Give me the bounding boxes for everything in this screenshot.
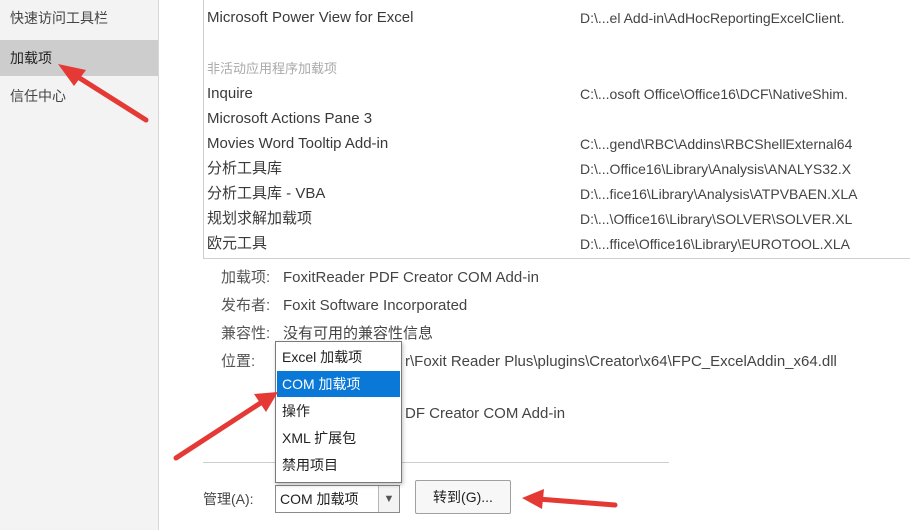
inactive-addins-header: 非活动应用程序加载项	[207, 61, 338, 76]
detail-publisher: 发布者: Foxit Software Incorporated	[221, 294, 467, 318]
addin-path: C:\...osoft Office\Office16\DCF\NativeSh…	[580, 86, 848, 102]
addin-row[interactable]: Movies Word Tooltip Add-in C:\...gend\RB…	[207, 132, 907, 156]
addins-panel: Microsoft Power View for Excel D:\...el …	[159, 0, 910, 530]
dropdown-option-excel-addins[interactable]: Excel 加载项	[277, 344, 400, 370]
detail-addin: 加载项: FoxitReader PDF Creator COM Add-in	[221, 266, 539, 290]
divider	[203, 462, 669, 463]
dropdown-option-disabled-items[interactable]: 禁用项目	[277, 452, 400, 478]
addin-row[interactable]: 欧元工具 D:\...ffice\Office16\Library\EUROTO…	[207, 232, 907, 256]
dropdown-option-com-addins[interactable]: COM 加载项	[277, 371, 400, 397]
manage-dropdown-list: Excel 加载项 COM 加载项 操作 XML 扩展包 禁用项目	[275, 341, 402, 483]
dropdown-option-xml-expansion-packs[interactable]: XML 扩展包	[277, 425, 400, 451]
addin-row[interactable]: Inquire C:\...osoft Office\Office16\DCF\…	[207, 82, 907, 106]
addin-name: 规划求解加载项	[207, 210, 313, 227]
addin-row[interactable]: 分析工具库 D:\...Office16\Library\Analysis\AN…	[207, 157, 907, 181]
go-button[interactable]: 转到(G)...	[415, 480, 511, 514]
addin-row[interactable]: 分析工具库 - VBA D:\...fice16\Library\Analysi…	[207, 182, 907, 206]
detail-publisher-value: Foxit Software Incorporated	[283, 297, 468, 314]
detail-addin-label: 加载项:	[221, 269, 271, 286]
sidebar-item-addins[interactable]: 加载项	[0, 40, 158, 76]
sidebar-item-trust-center[interactable]: 信任中心	[0, 78, 158, 114]
addin-name: Inquire	[207, 85, 253, 102]
addin-path: D:\...ffice\Office16\Library\EUROTOOL.XL…	[580, 236, 850, 252]
manage-select[interactable]: COM 加载项 ▼	[275, 485, 400, 513]
addin-row[interactable]: Microsoft Power View for Excel D:\...el …	[207, 6, 907, 30]
detail-addin-value: FoxitReader PDF Creator COM Add-in	[283, 269, 539, 286]
addin-row[interactable]: 规划求解加载项 D:\...\Office16\Library\SOLVER\S…	[207, 207, 907, 231]
addin-path: D:\...el Add-in\AdHocReportingExcelClien…	[580, 10, 845, 26]
detail-location: 位置:	[221, 350, 283, 374]
addin-path: C:\...gend\RBC\Addins\RBCShellExternal64	[580, 136, 853, 152]
addin-row[interactable]: Microsoft Actions Pane 3	[207, 107, 907, 131]
detail-compat-label: 兼容性:	[221, 325, 271, 342]
detail-publisher-label: 发布者:	[221, 297, 271, 314]
addin-name: Movies Word Tooltip Add-in	[207, 135, 389, 152]
dropdown-option-actions[interactable]: 操作	[277, 398, 400, 424]
options-sidebar: 快速访问工具栏 加载项 信任中心	[0, 0, 159, 530]
detail-description-value: DF Creator COM Add-in	[405, 405, 566, 422]
addin-name: 分析工具库	[207, 160, 283, 177]
addin-name: 分析工具库 - VBA	[207, 185, 326, 202]
detail-location-label: 位置:	[221, 353, 256, 370]
addin-path: D:\...\Office16\Library\SOLVER\SOLVER.XL	[580, 211, 853, 227]
manage-label: 管理(A):	[203, 491, 254, 507]
addin-path: D:\...fice16\Library\Analysis\ATPVBAEN.X…	[580, 186, 858, 202]
manage-select-value: COM 加载项	[280, 491, 359, 507]
addin-name: 欧元工具	[207, 235, 268, 252]
detail-compat-value: 没有可用的兼容性信息	[283, 325, 434, 342]
addin-name: Microsoft Actions Pane 3	[207, 110, 373, 127]
addin-name: Microsoft Power View for Excel	[207, 9, 414, 26]
chevron-down-icon[interactable]: ▼	[378, 486, 399, 512]
sidebar-item-quick-access-toolbar[interactable]: 快速访问工具栏	[0, 0, 158, 36]
addin-path: D:\...Office16\Library\Analysis\ANALYS32…	[580, 161, 852, 177]
detail-location-value: r\Foxit Reader Plus\plugins\Creator\x64\…	[405, 353, 837, 370]
